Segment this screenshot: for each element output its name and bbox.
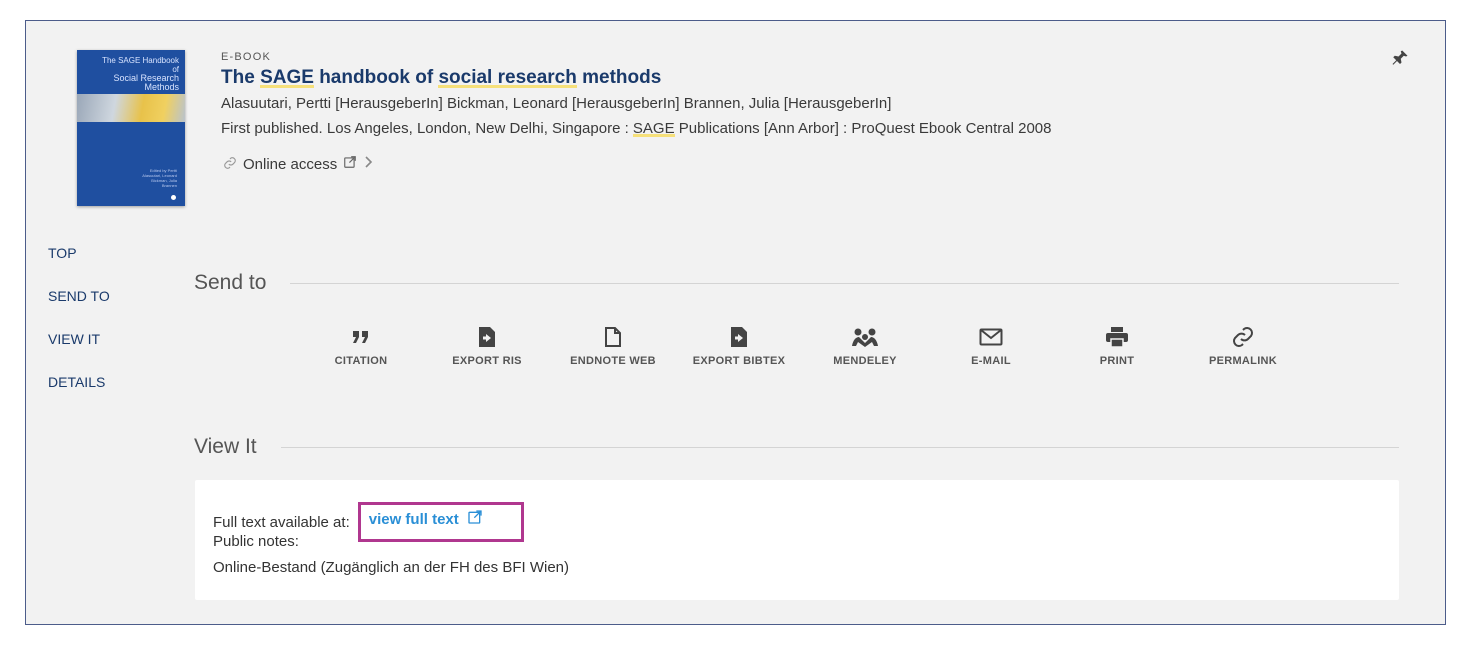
public-note-text: Online-Bestand (Zugänglich an der FH des… [213, 559, 569, 576]
send-to-actions: CITATION EXPORT RIS ENDNOTE WEB EXPORT B… [298, 325, 1306, 367]
title-part-highlight: social research [438, 67, 577, 88]
cover-editors: Edited by Pertti Alasuutari, Leonard Bic… [142, 168, 177, 188]
action-label: EXPORT BIBTEX [692, 355, 786, 367]
publisher-text: Publications [Ann Arbor] : ProQuest Eboo… [674, 120, 1052, 137]
online-access-label: Online access [243, 155, 338, 173]
section-divider [290, 282, 1399, 284]
endnote-web-button[interactable]: ENDNOTE WEB [550, 325, 676, 367]
action-label: ENDNOTE WEB [570, 355, 656, 367]
view-it-heading: View It [194, 435, 257, 458]
chevron-right-icon [363, 155, 373, 173]
export-ris-button[interactable]: EXPORT RIS [424, 325, 550, 367]
quote-icon [352, 325, 370, 349]
nav-item-view-it[interactable]: VIEW IT [48, 331, 110, 374]
action-label: CITATION [334, 355, 388, 367]
online-access-link[interactable]: Online access [223, 155, 373, 173]
record-panel: The SAGE Handbook of Social Research Met… [25, 20, 1446, 625]
cover-logo [171, 195, 176, 200]
link-icon [223, 156, 237, 173]
record-authors: Alasuutari, Pertti [HerausgeberIn] Bickm… [221, 95, 892, 112]
email-button[interactable]: E-MAIL [928, 325, 1054, 367]
title-part: handbook of [313, 67, 439, 88]
view-full-text-label: view full text [368, 510, 459, 528]
permalink-button[interactable]: PERMALINK [1180, 325, 1306, 367]
action-label: PRINT [1099, 355, 1135, 367]
view-it-section-header: View It [194, 435, 1399, 459]
export-bibtex-button[interactable]: EXPORT BIBTEX [676, 325, 802, 367]
pin-icon[interactable] [1391, 47, 1409, 69]
title-part-highlight: SAGE [260, 67, 314, 88]
publisher-text: First published. Los Angeles, London, Ne… [221, 120, 633, 137]
book-cover-thumbnail[interactable]: The SAGE Handbook of Social Research Met… [77, 50, 185, 206]
export-file-icon [730, 325, 748, 349]
external-link-icon [467, 509, 483, 529]
action-label: E-MAIL [971, 355, 1011, 367]
view-full-text-link[interactable]: view full text [357, 502, 524, 542]
cover-title-line3: Methods [144, 82, 179, 92]
action-label: PERMALINK [1208, 355, 1278, 367]
envelope-icon [979, 325, 1003, 349]
mendeley-icon [850, 325, 880, 349]
full-text-label: Full text available at: [213, 513, 350, 531]
print-button[interactable]: PRINT [1054, 325, 1180, 367]
export-file-icon [478, 325, 496, 349]
link-icon [1231, 325, 1255, 349]
title-part: methods [576, 67, 662, 88]
side-navigation: TOP SEND TO VIEW IT DETAILS [48, 245, 110, 417]
nav-item-top[interactable]: TOP [48, 245, 110, 288]
action-label: MENDELEY [833, 355, 897, 367]
nav-item-details[interactable]: DETAILS [48, 374, 110, 417]
section-divider [280, 446, 1399, 448]
external-link-icon [343, 155, 357, 173]
publisher-highlight: SAGE [632, 120, 675, 137]
cover-title-line1: The SAGE Handbook of [102, 56, 179, 74]
view-it-box: Full text available at: view full text P… [195, 480, 1399, 600]
send-to-heading: Send to [194, 271, 267, 294]
mendeley-button[interactable]: MENDELEY [802, 325, 928, 367]
record-publisher: First published. Los Angeles, London, Ne… [221, 120, 1052, 137]
record-title[interactable]: The SAGE handbook of social research met… [221, 67, 661, 89]
send-to-section-header: Send to [194, 271, 1399, 295]
action-label: EXPORT RIS [452, 355, 522, 367]
title-part: The [221, 67, 261, 88]
cover-title: The SAGE Handbook of Social Research Met… [99, 56, 179, 92]
printer-icon [1105, 325, 1129, 349]
public-notes-label: Public notes: [213, 533, 299, 550]
resource-type: E-BOOK [221, 51, 271, 63]
citation-button[interactable]: CITATION [298, 325, 424, 367]
nav-item-send-to[interactable]: SEND TO [48, 288, 110, 331]
document-icon [604, 325, 622, 349]
cover-image-stripe [77, 94, 185, 122]
